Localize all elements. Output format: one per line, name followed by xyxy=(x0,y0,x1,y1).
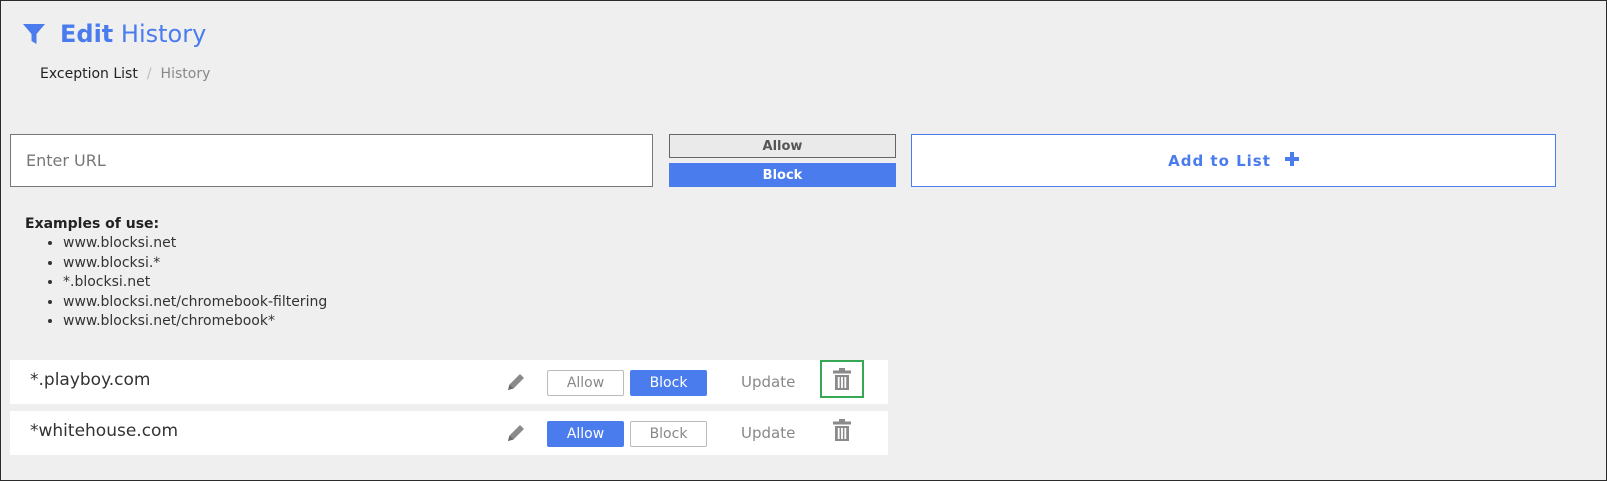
row-block-button[interactable]: Block xyxy=(630,370,707,396)
add-to-list-button[interactable]: Add to List xyxy=(911,134,1556,187)
exception-url: *whitehouse.com xyxy=(30,421,179,441)
page-header: Edit History xyxy=(22,19,206,49)
allow-option-button[interactable]: Allow xyxy=(669,134,896,158)
trash-icon[interactable] xyxy=(820,360,864,398)
trash-icon[interactable] xyxy=(820,411,864,449)
plus-icon xyxy=(1284,151,1299,170)
update-button[interactable]: Update xyxy=(741,424,795,442)
examples-section: Examples of use: www.blocksi.net www.blo… xyxy=(25,214,327,332)
breadcrumb-separator: / xyxy=(146,66,152,82)
exception-row: *.playboy.com Allow Block Update xyxy=(10,360,888,404)
example-item: www.blocksi.* xyxy=(63,254,327,274)
page-title: Edit History xyxy=(60,19,206,49)
breadcrumb-exception-list[interactable]: Exception List xyxy=(40,66,138,82)
example-item: www.blocksi.net xyxy=(63,234,327,254)
update-button[interactable]: Update xyxy=(741,373,795,391)
row-allow-button[interactable]: Allow xyxy=(547,370,624,396)
examples-title: Examples of use: xyxy=(25,216,160,232)
row-block-button[interactable]: Block xyxy=(630,421,707,447)
exception-url: *.playboy.com xyxy=(30,370,151,390)
examples-list: www.blocksi.net www.blocksi.* *.blocksi.… xyxy=(25,234,327,332)
page-title-rest: History xyxy=(120,20,207,48)
example-item: www.blocksi.net/chromebook-filtering xyxy=(63,293,327,313)
filter-icon xyxy=(22,22,46,46)
example-item: www.blocksi.net/chromebook* xyxy=(63,312,327,332)
pencil-icon[interactable] xyxy=(505,371,527,397)
edit-history-panel: Edit History Exception List / History Al… xyxy=(0,0,1607,481)
breadcrumb-history: History xyxy=(160,66,211,82)
pencil-icon[interactable] xyxy=(505,422,527,448)
block-option-button[interactable]: Block xyxy=(669,163,896,187)
exception-row: *whitehouse.com Allow Block Update xyxy=(10,411,888,455)
row-allow-button[interactable]: Allow xyxy=(547,421,624,447)
page-title-bold: Edit xyxy=(60,20,114,48)
breadcrumb: Exception List / History xyxy=(40,66,210,82)
example-item: *.blocksi.net xyxy=(63,273,327,293)
url-input[interactable] xyxy=(10,134,653,187)
add-to-list-label: Add to List xyxy=(1168,151,1271,170)
